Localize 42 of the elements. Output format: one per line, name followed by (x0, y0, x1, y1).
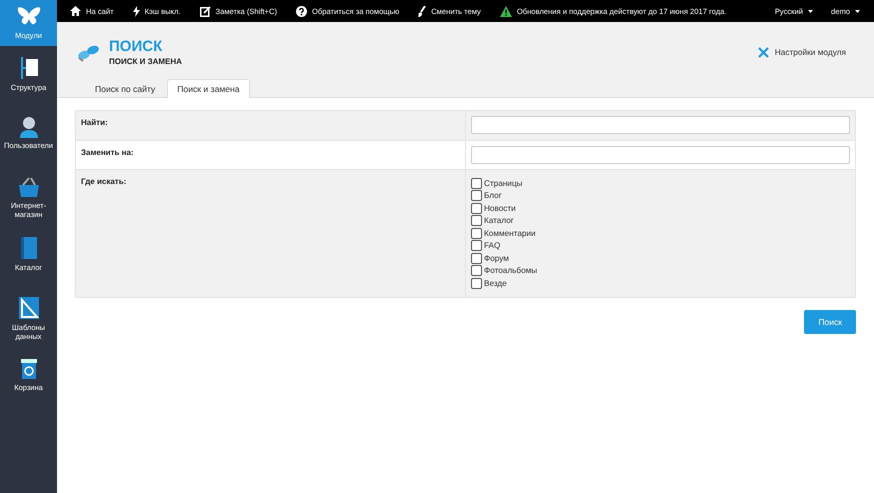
caret-icon (855, 10, 860, 12)
checkbox-label: Комментарии (484, 228, 536, 238)
checkbox[interactable] (471, 252, 482, 264)
warning-icon (500, 6, 512, 16)
checkbox-label: Везде (484, 278, 507, 288)
recycle-bin-icon (20, 358, 38, 380)
page-subtitle: ПОИСК И ЗАМЕНА (109, 57, 182, 66)
field-label: Заменить на: (76, 140, 466, 169)
field-label: Где искать: (76, 170, 466, 296)
checkbox[interactable] (471, 202, 482, 214)
home-icon (70, 6, 81, 16)
edit-icon (200, 6, 211, 16)
checkbox[interactable] (471, 178, 482, 189)
checkbox-label: Страницы (484, 178, 522, 188)
triangle-ruler-icon (18, 296, 40, 320)
tab[interactable]: Поиск и замена (167, 79, 250, 98)
checkbox[interactable] (471, 240, 482, 252)
help-icon (296, 6, 307, 16)
checkbox-label: Каталог (484, 216, 514, 226)
checkbox[interactable] (471, 278, 482, 289)
checkbox-label: Новости (484, 204, 516, 213)
caret-icon (808, 10, 813, 12)
page-title: ПОИСК (109, 38, 164, 55)
user-icon (18, 116, 38, 138)
lightning-icon (132, 6, 140, 16)
structure-icon (18, 56, 38, 80)
checkbox[interactable] (471, 190, 482, 202)
checkbox[interactable] (471, 228, 482, 239)
tab[interactable]: Поиск по сайту (85, 79, 166, 98)
book-icon (18, 236, 38, 260)
checkbox-label: Блог (484, 191, 502, 200)
checkbox[interactable] (471, 265, 482, 276)
field-label: Найти: (76, 111, 466, 140)
replace-input-field[interactable] (471, 146, 850, 164)
brush-icon (418, 6, 426, 16)
basket-icon (16, 176, 40, 198)
find-input-field[interactable] (471, 116, 850, 134)
module-settings-link[interactable]: Настройки модуля (758, 46, 846, 58)
checkbox-label: Форум (484, 254, 509, 263)
checkbox-label: FAQ (484, 241, 500, 250)
checkbox[interactable] (471, 215, 482, 226)
checkbox-label: Фотоальбомы (484, 266, 538, 276)
